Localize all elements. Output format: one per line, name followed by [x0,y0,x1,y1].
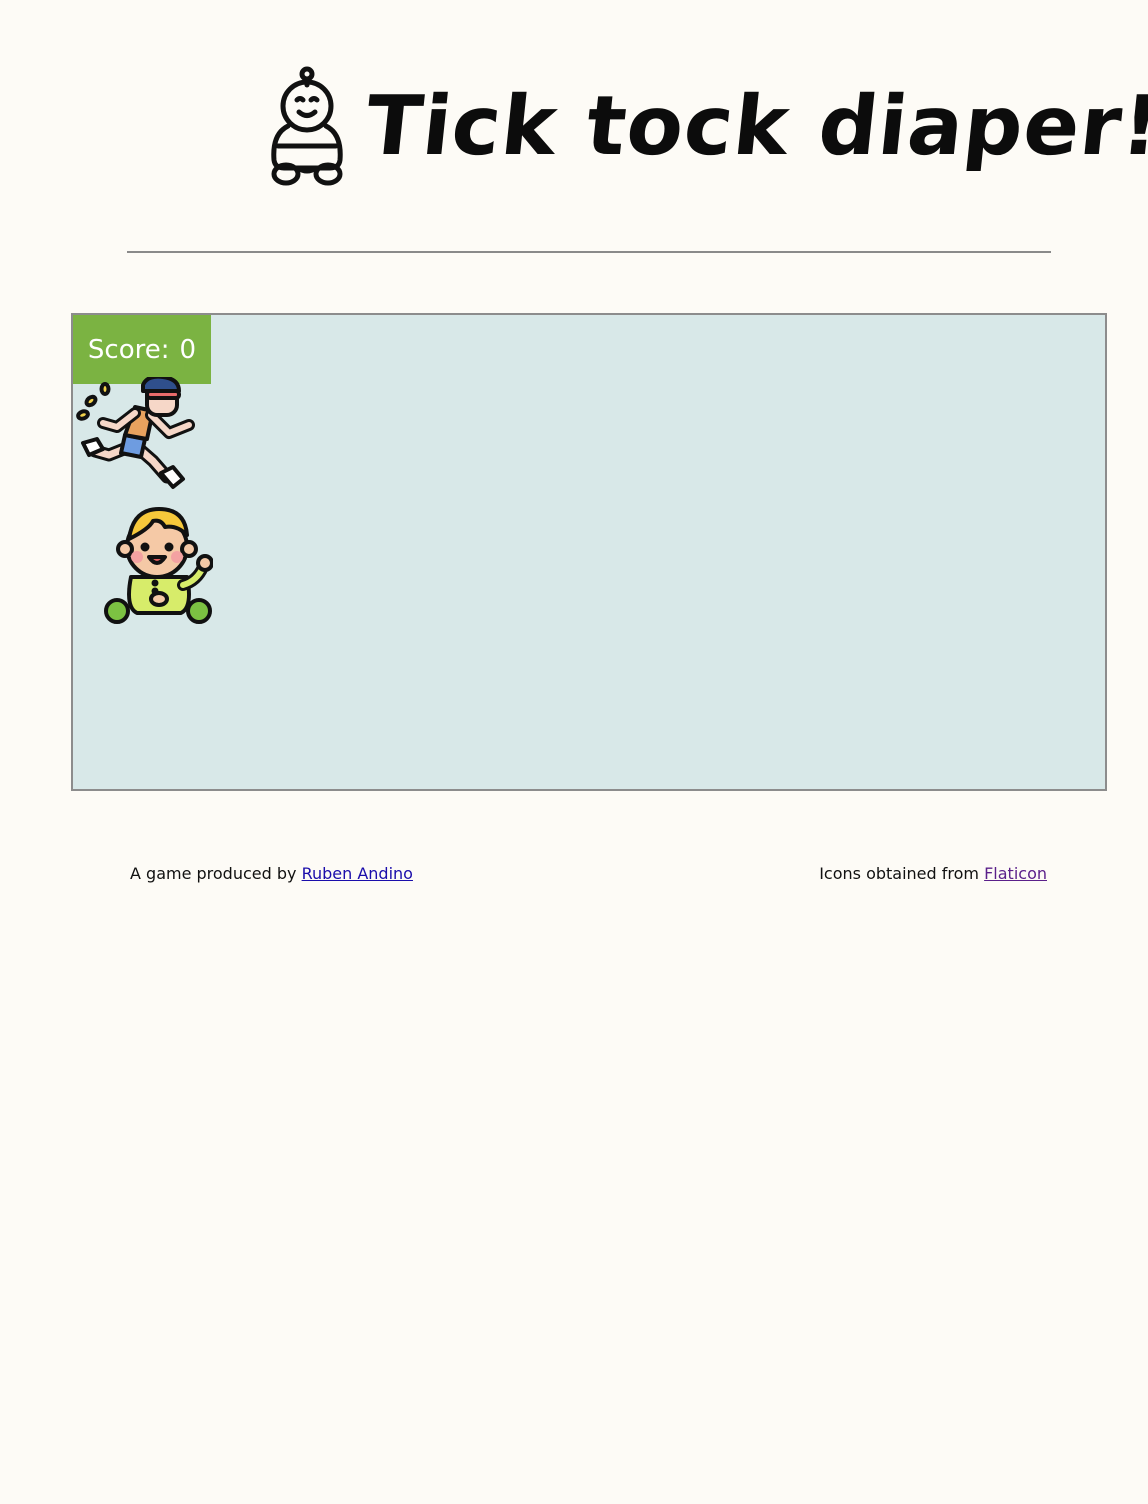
credit-author: A game produced by Ruben Andino [130,864,413,883]
icons-source-text: Icons obtained from [819,864,979,883]
credit-icons: Icons obtained from Flaticon [819,864,1047,883]
sitting-baby-icon [104,507,213,624]
title-header: Tick tock diaper! [0,0,1148,230]
produced-by-text: A game produced by [130,864,297,883]
game-title: Tick tock diaper! [361,79,1148,174]
footer-credits: A game produced by Ruben Andino Icons ob… [0,862,1148,892]
baby-outline-icon [271,66,343,186]
score-label: Score: [87,334,170,365]
game-board[interactable]: Score: 0 [71,313,1107,791]
running-man-icon [76,377,195,489]
author-link[interactable]: Ruben Andino [302,864,413,883]
flaticon-link[interactable]: Flaticon [984,864,1047,883]
score-display: Score: 0 [73,315,211,384]
score-value: 0 [179,334,197,365]
page: Tick tock diaper! Score: 0 A game produc… [0,0,1148,1504]
header-divider [127,251,1051,253]
